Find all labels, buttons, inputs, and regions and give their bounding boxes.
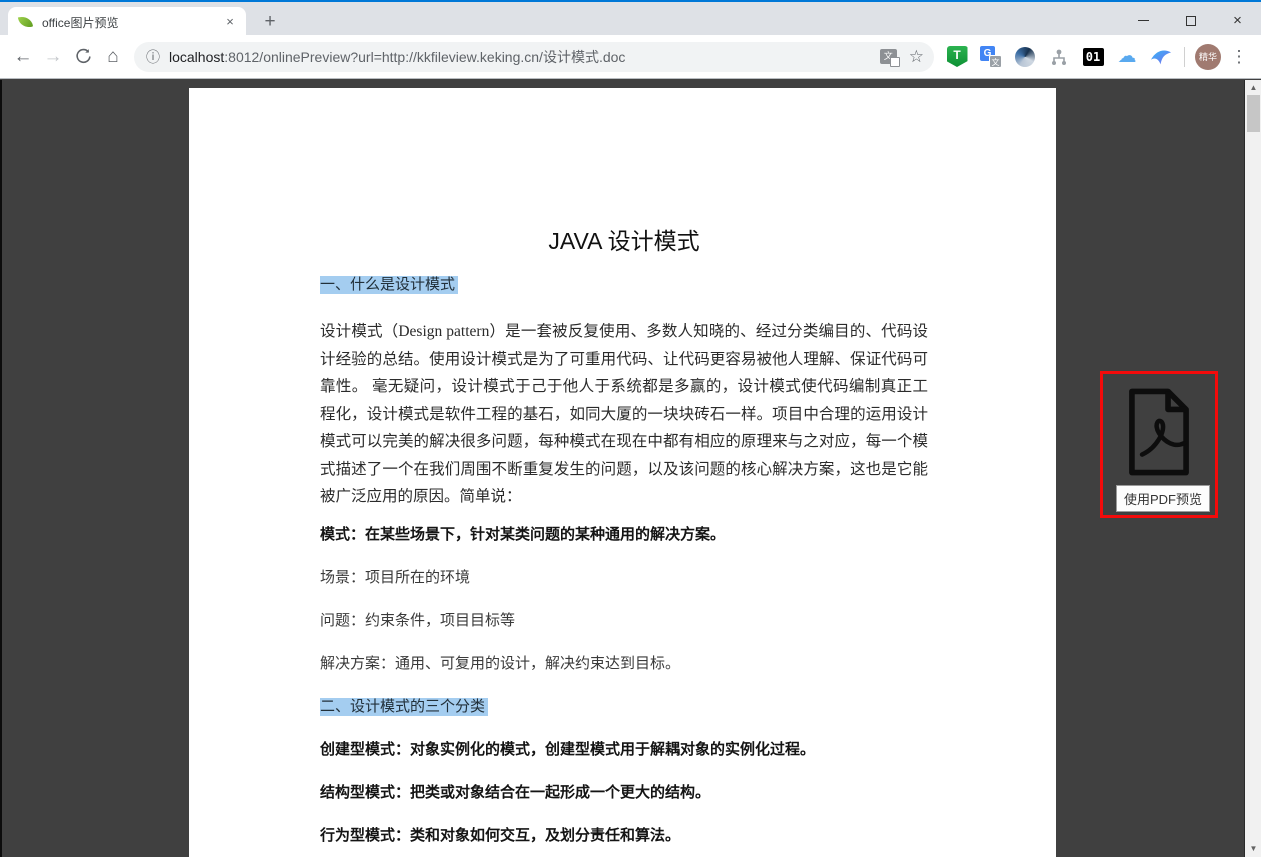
new-tab-button[interactable]: + bbox=[256, 10, 284, 34]
pdf-preview-label: 使用PDF预览 bbox=[1116, 485, 1210, 512]
doc-line-problem: 问题：约束条件，项目目标等 bbox=[320, 611, 928, 631]
doc-line-creational: 创建型模式：对象实例化的模式，创建型模式用于解耦对象的实例化过程。 bbox=[320, 740, 928, 760]
doc-line-scene: 场景：项目所在的环境 bbox=[320, 568, 928, 588]
org-chart-extension-icon[interactable] bbox=[1046, 44, 1072, 70]
scroll-up-icon[interactable]: ▲ bbox=[1245, 80, 1261, 96]
browser-menu-icon[interactable]: ⋮ bbox=[1229, 47, 1249, 67]
bird-extension-icon[interactable] bbox=[1148, 44, 1174, 70]
forward-button[interactable]: → bbox=[38, 42, 68, 72]
bookmark-star-icon[interactable]: ☆ bbox=[909, 47, 924, 67]
doc-paragraph: 设计模式（Design pattern）是一套被反复使用、多数人知晓的、经过分类… bbox=[320, 318, 928, 511]
extensions-row: T G 文 01 ☁ 精华 ⋮ bbox=[944, 44, 1249, 70]
translate-page-icon[interactable]: 文 bbox=[880, 49, 897, 64]
url-host: localhost bbox=[169, 49, 224, 65]
scroll-down-icon[interactable]: ▼ bbox=[1245, 841, 1261, 857]
reload-button[interactable] bbox=[68, 42, 98, 72]
maximize-icon bbox=[1186, 16, 1196, 26]
document-title: JAVA 设计模式 bbox=[320, 226, 928, 256]
minimize-button[interactable] bbox=[1120, 4, 1167, 37]
browser-tab[interactable]: office图片预览 × bbox=[8, 7, 246, 37]
home-button[interactable]: ⌂ bbox=[98, 42, 128, 72]
tab-close-icon[interactable]: × bbox=[222, 14, 238, 30]
google-translate-extension-icon[interactable]: G 文 bbox=[978, 44, 1004, 70]
pdf-preview-button[interactable]: 使用PDF预览 bbox=[1100, 371, 1218, 518]
spring-leaf-favicon bbox=[18, 14, 34, 30]
back-button[interactable]: ← bbox=[8, 42, 38, 72]
browser-window: office图片预览 × + × ← → ⌂ ⓘ localhost:8012/… bbox=[0, 0, 1261, 857]
preview-content: JAVA 设计模式 一、什么是设计模式 设计模式（Design pattern）… bbox=[0, 80, 1244, 857]
tampermonkey-extension-icon[interactable]: T bbox=[944, 44, 970, 70]
doc-line-pattern: 模式：在某些场景下，针对某类问题的某种通用的解决方案。 bbox=[320, 525, 928, 545]
tab-title: office图片预览 bbox=[42, 14, 222, 31]
window-left-edge bbox=[0, 80, 2, 857]
address-bar[interactable]: ⓘ localhost:8012/onlinePreview?url=http:… bbox=[134, 42, 934, 72]
close-icon: × bbox=[1233, 13, 1242, 28]
browser-toolbar: ← → ⌂ ⓘ localhost:8012/onlinePreview?url… bbox=[0, 35, 1261, 79]
url-text[interactable]: localhost:8012/onlinePreview?url=http://… bbox=[169, 47, 872, 67]
close-button[interactable]: × bbox=[1214, 4, 1261, 37]
toolbar-separator bbox=[1184, 47, 1185, 67]
scrollbar[interactable]: ▲ ▼ bbox=[1244, 80, 1261, 857]
window-controls: × bbox=[1120, 4, 1261, 37]
binary-01-extension-icon[interactable]: 01 bbox=[1080, 44, 1106, 70]
profile-avatar[interactable]: 精华 bbox=[1195, 44, 1221, 70]
titlebar: office图片预览 × + × bbox=[0, 0, 1261, 35]
cloud-extension-icon[interactable]: ☁ bbox=[1114, 44, 1140, 70]
doc-heading-2: 二、设计模式的三个分类 bbox=[320, 697, 928, 717]
swirl-extension-icon[interactable] bbox=[1012, 44, 1038, 70]
document-page: JAVA 设计模式 一、什么是设计模式 设计模式（Design pattern）… bbox=[189, 88, 1056, 857]
maximize-button[interactable] bbox=[1167, 4, 1214, 37]
scrollbar-thumb[interactable] bbox=[1247, 95, 1260, 132]
minimize-icon bbox=[1138, 20, 1149, 21]
page-info-icon[interactable]: ⓘ bbox=[146, 47, 160, 67]
doc-heading-1: 一、什么是设计模式 bbox=[320, 275, 928, 295]
pdf-file-icon bbox=[1121, 388, 1197, 476]
doc-line-structural: 结构型模式：把类或对象结合在一起形成一个更大的结构。 bbox=[320, 783, 928, 803]
doc-line-solution: 解决方案：通用、可复用的设计，解决约束达到目标。 bbox=[320, 654, 928, 674]
reload-icon bbox=[75, 48, 92, 65]
doc-line-behavioral: 行为型模式：类和对象如何交互，及划分责任和算法。 bbox=[320, 826, 928, 846]
url-path: :8012/onlinePreview?url=http://kkfilevie… bbox=[224, 49, 625, 65]
